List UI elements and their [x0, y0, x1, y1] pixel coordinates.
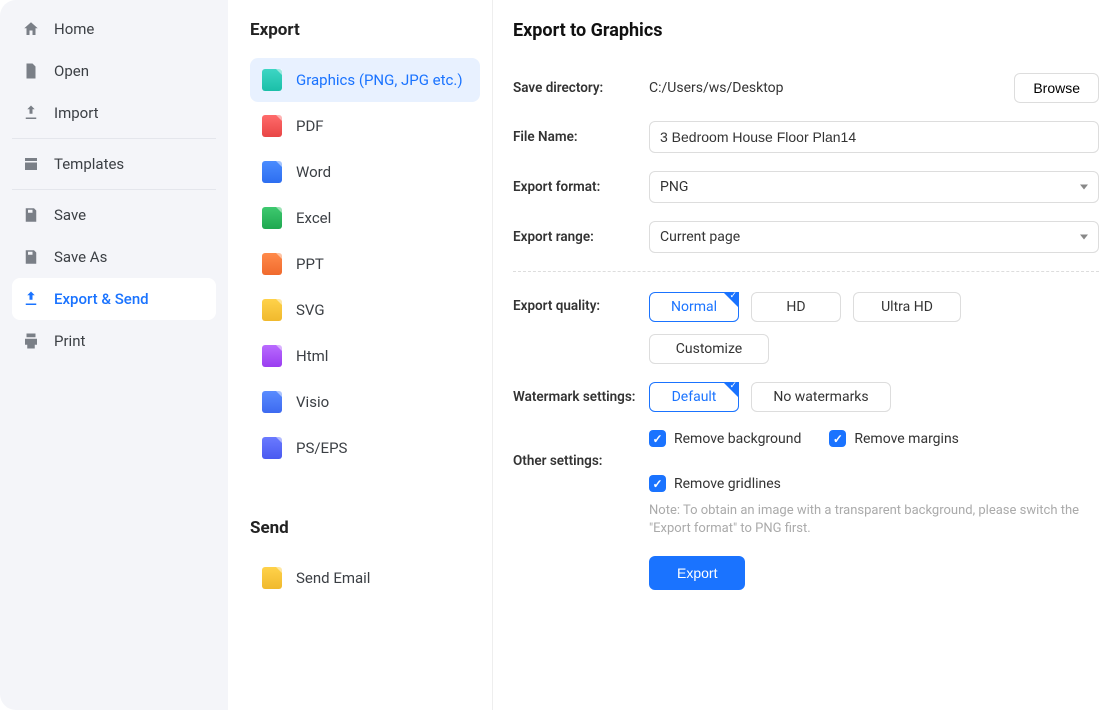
label-export-range: Export range:: [513, 229, 649, 245]
check-remove-gridlines[interactable]: ✓ Remove gridlines: [649, 475, 781, 492]
label-file-name: File Name:: [513, 129, 649, 145]
export-send-icon: [22, 290, 40, 308]
nav-label: Home: [54, 20, 94, 38]
label-export-format: Export format:: [513, 179, 649, 195]
format-label: Excel: [296, 209, 331, 227]
nav-divider: [12, 189, 216, 190]
print-icon: [22, 332, 40, 350]
export-range-select[interactable]: Current page: [649, 221, 1099, 253]
send-heading: Send: [250, 518, 480, 538]
format-graphics[interactable]: Graphics (PNG, JPG etc.): [250, 58, 480, 102]
export-detail-panel: Export to Graphics Save directory: C:/Us…: [493, 0, 1119, 710]
detail-title: Export to Graphics: [513, 20, 1099, 41]
pseps-icon: [262, 437, 282, 459]
format-label: Html: [296, 347, 328, 365]
send-label: Send Email: [296, 569, 370, 587]
nav-label: Templates: [54, 155, 124, 173]
quality-normal[interactable]: Normal: [649, 292, 739, 322]
check-label: Remove margins: [854, 431, 959, 447]
svg-icon: [262, 299, 282, 321]
word-icon: [262, 161, 282, 183]
quality-hd[interactable]: HD: [751, 292, 841, 322]
export-format-value: PNG: [660, 179, 688, 195]
label-save-directory: Save directory:: [513, 80, 649, 96]
nav-save-as[interactable]: Save As: [12, 236, 216, 278]
format-label: PPT: [296, 255, 324, 273]
nav-label: Open: [54, 62, 89, 80]
format-pseps[interactable]: PS/EPS: [250, 426, 480, 470]
home-icon: [22, 20, 40, 38]
nav-label: Import: [54, 104, 99, 122]
export-range-value: Current page: [660, 229, 740, 245]
import-icon: [22, 104, 40, 122]
nav-print[interactable]: Print: [12, 320, 216, 362]
quality-customize[interactable]: Customize: [649, 334, 769, 364]
email-icon: [262, 567, 282, 589]
format-svg[interactable]: SVG: [250, 288, 480, 332]
label-other-settings: Other settings:: [513, 453, 649, 469]
graphics-icon: [262, 69, 282, 91]
check-remove-margins[interactable]: ✓ Remove margins: [829, 430, 959, 447]
nav-export-send[interactable]: Export & Send: [12, 278, 216, 320]
nav-templates[interactable]: Templates: [12, 143, 216, 185]
watermark-none[interactable]: No watermarks: [751, 382, 891, 412]
checkbox-checked-icon: ✓: [649, 430, 666, 447]
nav-label: Save: [54, 206, 86, 224]
nav-import[interactable]: Import: [12, 92, 216, 134]
templates-icon: [22, 155, 40, 173]
format-excel[interactable]: Excel: [250, 196, 480, 240]
format-label: PDF: [296, 117, 324, 135]
send-email[interactable]: Send Email: [250, 556, 480, 600]
visio-icon: [262, 391, 282, 413]
export-format-column: Export Graphics (PNG, JPG etc.) PDF Word…: [228, 0, 493, 710]
nav-home[interactable]: Home: [12, 8, 216, 50]
format-label: PS/EPS: [296, 439, 347, 457]
nav-label: Save As: [54, 248, 107, 266]
excel-icon: [262, 207, 282, 229]
label-watermark: Watermark settings:: [513, 389, 649, 405]
export-format-select[interactable]: PNG: [649, 171, 1099, 203]
html-icon: [262, 345, 282, 367]
format-html[interactable]: Html: [250, 334, 480, 378]
format-ppt[interactable]: PPT: [250, 242, 480, 286]
save-as-icon: [22, 248, 40, 266]
file-name-input[interactable]: [649, 121, 1099, 153]
format-word[interactable]: Word: [250, 150, 480, 194]
nav-open[interactable]: Open: [12, 50, 216, 92]
left-nav: Home Open Import Templates Save Save As …: [0, 0, 228, 710]
pdf-icon: [262, 115, 282, 137]
save-directory-value: C:/Users/ws/Desktop: [649, 80, 1014, 96]
nav-divider: [12, 138, 216, 139]
format-visio[interactable]: Visio: [250, 380, 480, 424]
format-label: SVG: [296, 301, 325, 319]
export-heading: Export: [250, 20, 480, 40]
export-button[interactable]: Export: [649, 556, 745, 590]
nav-label: Print: [54, 332, 85, 350]
nav-save[interactable]: Save: [12, 194, 216, 236]
label-export-quality: Export quality:: [513, 292, 649, 314]
file-open-icon: [22, 62, 40, 80]
quality-ultra-hd[interactable]: Ultra HD: [853, 292, 961, 322]
format-label: Graphics (PNG, JPG etc.): [296, 71, 463, 89]
nav-label: Export & Send: [54, 290, 149, 308]
checkbox-checked-icon: ✓: [649, 475, 666, 492]
check-label: Remove background: [674, 431, 801, 447]
format-label: Visio: [296, 393, 329, 411]
checkbox-checked-icon: ✓: [829, 430, 846, 447]
section-separator: [513, 271, 1099, 272]
ppt-icon: [262, 253, 282, 275]
check-remove-background[interactable]: ✓ Remove background: [649, 430, 801, 447]
check-label: Remove gridlines: [674, 476, 781, 492]
format-pdf[interactable]: PDF: [250, 104, 480, 148]
format-label: Word: [296, 163, 331, 181]
watermark-default[interactable]: Default: [649, 382, 739, 412]
note-text: Note: To obtain an image with a transpar…: [649, 502, 1099, 538]
save-icon: [22, 206, 40, 224]
browse-button[interactable]: Browse: [1014, 73, 1099, 103]
